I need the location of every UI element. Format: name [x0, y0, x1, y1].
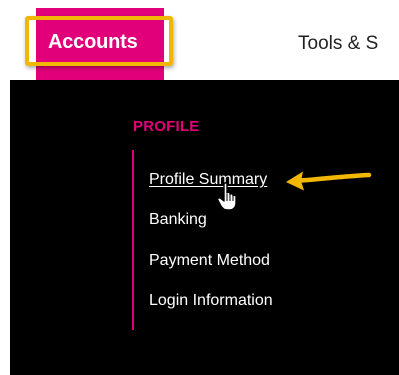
tools-tab-label[interactable]: Tools & S [298, 33, 378, 55]
profile-section-heading: PROFILE [133, 118, 200, 135]
profile-section-divider [132, 150, 134, 330]
menu-item-payment-method[interactable]: Payment Method [149, 252, 270, 270]
screenshot-stage: Accounts Tools & S PROFILE Profile Summa… [0, 0, 399, 375]
accounts-highlight-box [25, 16, 173, 66]
menu-item-profile-summary[interactable]: Profile Summary [149, 171, 267, 189]
menu-item-banking[interactable]: Banking [149, 211, 207, 229]
hand-pointer-icon [216, 182, 237, 211]
menu-item-login-information[interactable]: Login Information [149, 292, 273, 310]
arrow-left-icon [286, 171, 372, 191]
